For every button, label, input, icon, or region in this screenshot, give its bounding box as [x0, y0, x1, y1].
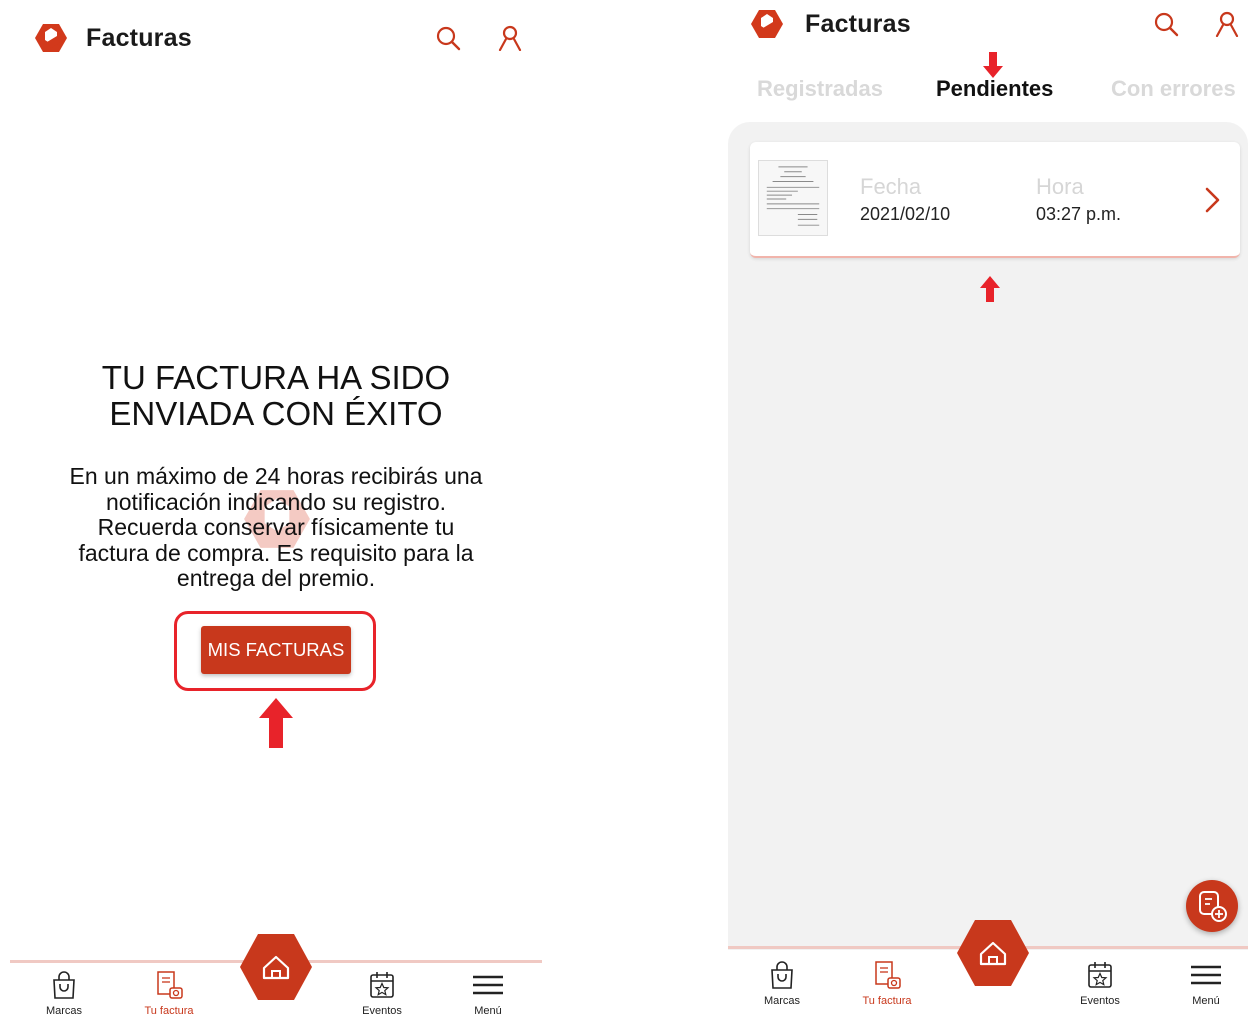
app-header: Facturas — [10, 0, 542, 76]
menu-icon — [473, 970, 503, 1000]
success-title-line1: TU FACTURA HA SIDO — [101, 359, 451, 396]
invoice-list: Fecha 2021/02/10 Hora 03:27 p.m. — [728, 122, 1248, 950]
arrow-up-icon — [259, 698, 293, 748]
logo-icon — [34, 23, 68, 53]
shopping-bag-icon — [49, 970, 79, 1000]
search-icon[interactable] — [1153, 11, 1179, 37]
calendar-star-icon — [367, 970, 397, 1000]
tab-con-errores[interactable]: Con errores — [1111, 76, 1236, 102]
user-icon[interactable] — [1214, 11, 1240, 37]
mis-facturas-button[interactable]: MIS FACTURAS — [201, 626, 351, 674]
arrow-down-icon — [983, 52, 1003, 78]
nav-label-menu: Menú — [1192, 995, 1220, 1007]
nav-eventos[interactable]: Eventos — [1060, 960, 1140, 1007]
nav-eventos[interactable]: Eventos — [342, 970, 422, 1017]
nav-tu-factura[interactable]: Tu factura — [129, 970, 209, 1017]
fecha-label: Fecha — [860, 174, 922, 199]
nav-menu[interactable]: Menú — [1166, 960, 1246, 1007]
logo-icon — [750, 9, 784, 39]
add-invoice-icon — [1199, 891, 1227, 922]
nav-label-tu-factura: Tu factura — [144, 1005, 194, 1017]
nav-marcas[interactable]: Marcas — [24, 970, 104, 1017]
page-title: Facturas — [86, 24, 192, 52]
home-button[interactable] — [239, 932, 313, 1002]
nav-label-tu-factura: Tu factura — [862, 995, 912, 1007]
invoice-camera-icon — [154, 970, 184, 1000]
home-button[interactable] — [956, 918, 1030, 988]
nav-label-menu: Menú — [474, 1005, 502, 1017]
calendar-star-icon — [1085, 960, 1115, 990]
success-title-line2: ENVIADA CON ÉXITO — [109, 395, 443, 432]
shopping-bag-icon — [767, 960, 797, 990]
fecha-value: 2021/02/10 — [860, 204, 951, 224]
hora-value: 03:27 p.m. — [1036, 204, 1122, 224]
nav-label-marcas: Marcas — [45, 1005, 83, 1017]
menu-icon — [1191, 960, 1221, 990]
invoice-camera-icon — [872, 960, 902, 990]
success-title: TU FACTURA HA SIDO ENVIADA CON ÉXITO — [50, 360, 502, 432]
arrow-up-icon — [980, 276, 1000, 302]
success-screen: Facturas TU FACTURA HA SIDO ENVIADA CON … — [10, 0, 542, 1030]
invoice-card[interactable]: Fecha 2021/02/10 Hora 03:27 p.m. — [750, 142, 1240, 258]
add-invoice-button[interactable] — [1186, 880, 1238, 932]
search-icon[interactable] — [435, 25, 461, 51]
nav-label-eventos: Eventos — [1080, 995, 1120, 1007]
page-title: Facturas — [805, 10, 911, 38]
success-message: En un máximo de 24 horas recibirás una n… — [69, 463, 483, 591]
user-icon[interactable] — [497, 25, 523, 51]
hora-label: Hora — [1036, 174, 1084, 199]
nav-tu-factura[interactable]: Tu factura — [847, 960, 927, 1007]
nav-label-marcas: Marcas — [763, 995, 801, 1007]
facturas-list-screen: Facturas Registradas Pendientes Con erro… — [728, 0, 1248, 1030]
tab-pendientes[interactable]: Pendientes — [936, 76, 1053, 102]
nav-menu[interactable]: Menú — [448, 970, 528, 1017]
status-tabs: Registradas Pendientes Con errores — [728, 76, 1248, 112]
receipt-thumbnail — [758, 160, 828, 236]
nav-label-eventos: Eventos — [362, 1005, 402, 1017]
nav-marcas[interactable]: Marcas — [742, 960, 822, 1007]
tab-registradas[interactable]: Registradas — [757, 76, 883, 102]
chevron-right-icon[interactable] — [1202, 186, 1222, 214]
